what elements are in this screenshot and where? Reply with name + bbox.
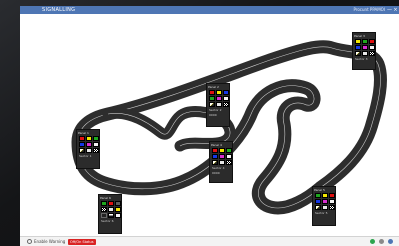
green-flag-button[interactable] xyxy=(101,201,107,206)
chequered-flag-button[interactable] xyxy=(226,160,232,165)
signal-panel[interactable]: Panel 2 Sector 2 0000 xyxy=(206,83,230,127)
chequered-flag-button[interactable] xyxy=(369,51,375,56)
red-flag-button[interactable] xyxy=(212,148,218,153)
panel-code: 0000 xyxy=(212,170,220,175)
panel-sector: Sector 6 xyxy=(101,219,114,223)
user-label: Procunt PPAMOI xyxy=(353,7,385,12)
close-button[interactable]: × xyxy=(393,6,398,14)
off-button[interactable] xyxy=(115,201,121,206)
yellow-flag-button[interactable] xyxy=(322,193,328,198)
red-flag-button[interactable] xyxy=(329,193,335,198)
panel-sector: Sector 5 xyxy=(315,211,328,215)
safety-car-button[interactable] xyxy=(322,205,328,210)
chequered-flag-button[interactable] xyxy=(93,148,99,153)
panel-sector: Sector 3 xyxy=(355,57,368,61)
minimize-button[interactable]: — xyxy=(387,6,392,14)
green-flag-button[interactable] xyxy=(93,136,99,141)
white-flag-button[interactable] xyxy=(329,199,335,204)
chequered-flag-button[interactable] xyxy=(329,205,335,210)
track-canvas[interactable]: Panel 1 Sector 1 Panel 2 Sector 2 0000 P… xyxy=(20,14,399,236)
blue-flag-button[interactable] xyxy=(212,154,218,159)
yellow-flag-button[interactable] xyxy=(355,39,361,44)
start-finish-line xyxy=(121,163,125,177)
blue-flag-button[interactable] xyxy=(355,45,361,50)
safety-car-button[interactable] xyxy=(362,51,368,56)
connection-icon xyxy=(370,239,375,244)
green-flag-button[interactable] xyxy=(209,96,215,101)
signalling-window: SIGNALLING Procunt PPAMOI — × Panel 1 Se… xyxy=(20,6,399,246)
red-flag-button[interactable] xyxy=(79,136,85,141)
white-flag-button[interactable] xyxy=(93,142,99,147)
safety-car-button[interactable] xyxy=(86,148,92,153)
blue-flag-button[interactable] xyxy=(79,142,85,147)
magenta-flag-button[interactable] xyxy=(362,45,368,50)
red-flag-button[interactable] xyxy=(369,39,375,44)
signal-panel[interactable]: Panel 3 Sector 3 xyxy=(352,32,376,70)
signal-panel[interactable]: Panel 4 Sector 4 0000 xyxy=(209,141,233,183)
pit-lane-button[interactable] xyxy=(101,213,107,218)
status-badge[interactable]: Off/On Status xyxy=(68,239,96,245)
white-flag-button[interactable] xyxy=(115,213,121,218)
yellow-flag-button[interactable] xyxy=(86,136,92,141)
signal-panel[interactable]: Panel 1 Sector 1 xyxy=(76,129,100,169)
chequered-flag-button[interactable] xyxy=(223,102,229,107)
green-flag-button[interactable] xyxy=(226,148,232,153)
red-flag-button[interactable] xyxy=(209,90,215,95)
settings-icon[interactable] xyxy=(27,239,32,244)
oil-flag-button[interactable] xyxy=(212,160,218,165)
panel-sector: Sector 1 xyxy=(79,154,92,158)
oil-flag-button[interactable] xyxy=(79,148,85,153)
green-flag-button[interactable] xyxy=(362,39,368,44)
penalty-flag-button[interactable] xyxy=(108,213,114,218)
title-bar: SIGNALLING Procunt PPAMOI — × xyxy=(20,6,399,14)
window-title: SIGNALLING xyxy=(42,7,76,13)
oil-flag-button[interactable] xyxy=(209,102,215,107)
blue-flag-button[interactable] xyxy=(223,90,229,95)
signal-panel[interactable]: Panel 6 Sector 6 xyxy=(98,194,122,234)
white-flag-button[interactable] xyxy=(369,45,375,50)
oil-flag-button[interactable] xyxy=(355,51,361,56)
oil-flag-button[interactable] xyxy=(315,205,321,210)
magenta-flag-button[interactable] xyxy=(216,96,222,101)
signal-panel[interactable]: Panel 5 Sector 5 xyxy=(312,186,336,226)
magenta-flag-button[interactable] xyxy=(219,154,225,159)
safety-car-button[interactable] xyxy=(219,160,225,165)
blue-flag-button[interactable] xyxy=(315,199,321,204)
white-flag-button[interactable] xyxy=(226,154,232,159)
green-flag-button[interactable] xyxy=(315,193,321,198)
safety-car-button[interactable] xyxy=(216,102,222,107)
magenta-flag-button[interactable] xyxy=(86,142,92,147)
status-bar: Enable Warning Off/On Status xyxy=(20,236,399,246)
white-flag-button[interactable] xyxy=(223,96,229,101)
yellow-flag-button[interactable] xyxy=(219,148,225,153)
safety-car-button[interactable] xyxy=(108,207,114,212)
chequered-flag-button[interactable] xyxy=(101,207,107,212)
status-text: Enable Warning xyxy=(34,239,66,244)
red-flag-button[interactable] xyxy=(108,201,114,206)
yellow-flag-button[interactable] xyxy=(115,207,121,212)
magenta-flag-button[interactable] xyxy=(322,199,328,204)
info-icon[interactable] xyxy=(388,239,393,244)
panel-code: 0000 xyxy=(209,112,217,117)
volume-icon[interactable] xyxy=(379,239,384,244)
yellow-flag-button[interactable] xyxy=(216,90,222,95)
